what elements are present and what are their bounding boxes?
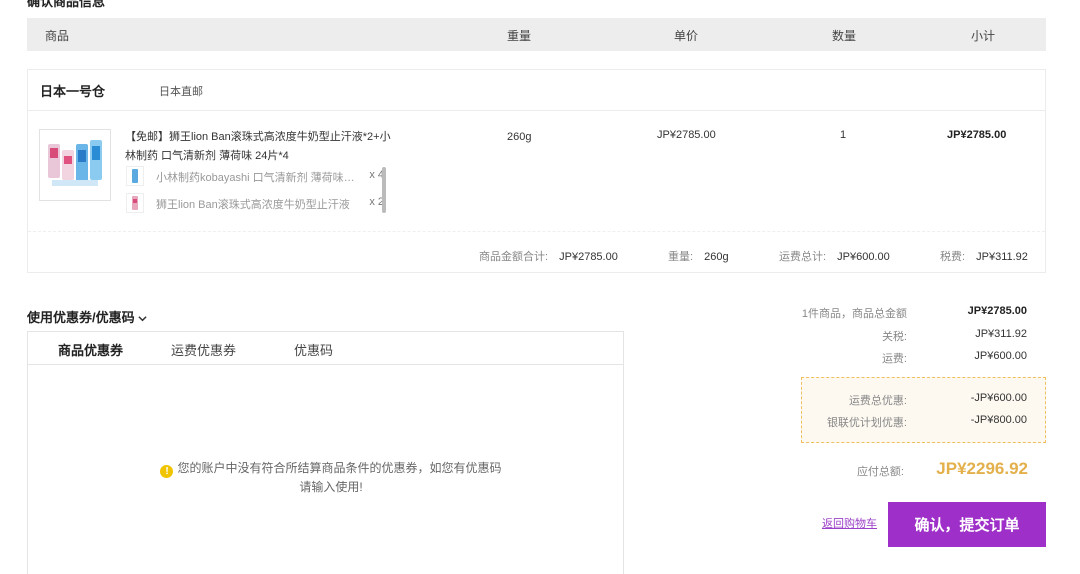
tab-promo-code[interactable]: 优惠码 (294, 340, 333, 359)
summary-tax-value: JP¥311.92 (976, 251, 1028, 263)
product-unit-price: JP¥2785.00 (657, 129, 716, 141)
summary-freight-value: JP¥600.00 (974, 350, 1027, 362)
summary-weight-value: 260g (704, 251, 729, 263)
summary-duty-label: 关税: (881, 331, 907, 343)
bundle-list-scrollbar[interactable] (382, 167, 386, 213)
product-title[interactable]: 【免邮】狮王lion Ban滚珠式高浓度牛奶型止汗液*2+小林制药 口气清新剂 … (125, 128, 395, 166)
product-weight: 260g (507, 131, 532, 143)
summary-goods-total: 1件商品，商品总金额 JP¥2785.00 (797, 305, 1027, 321)
shipping-discount-value: -JP¥600.00 (970, 392, 1027, 404)
product-subtotal: JP¥2785.00 (947, 129, 1007, 141)
summary-goods-total-label: 1件商品，商品总金额 (801, 308, 907, 320)
header-quantity: 数量 (832, 29, 857, 43)
header-product: 商品 (45, 29, 70, 43)
goods-total: 商品金额合计: JP¥2785.00 (479, 248, 618, 264)
product-image[interactable] (39, 129, 111, 201)
summary-shipping-label: 运费总计: (779, 251, 827, 263)
summary-duty-value: JP¥311.92 (975, 328, 1027, 340)
tab-shipping-coupon[interactable]: 运费优惠券 (171, 340, 236, 359)
list-item: 狮王lion Ban滚珠式高浓度牛奶型止汗液 x 2 (125, 192, 387, 214)
coupon-panel: 商品优惠券 运费优惠券 优惠码 ! 您的账户中没有符合所结算商品条件的优惠券，如您… (27, 331, 624, 574)
bundle-item-thumb (126, 166, 144, 186)
table-header: 商品 重量 单价 数量 小计 (27, 18, 1046, 51)
coupon-tabs: 商品优惠券 运费优惠券 优惠码 (28, 332, 623, 365)
payable-value: JP¥2296.92 (936, 459, 1028, 478)
payable-label: 应付总额: (856, 466, 904, 478)
unionpay-discount-label: 银联优计划优惠: (826, 417, 907, 429)
warehouse-origin: 日本直邮 (159, 86, 203, 98)
back-to-cart-link[interactable]: 返回购物车 (822, 515, 877, 531)
summary-goods-total-value: JP¥2785.00 (967, 305, 1027, 317)
empty-coupon-line1: 您的账户中没有符合所结算商品条件的优惠券，如您有优惠码 (177, 461, 502, 475)
header-unit-price: 单价 (674, 29, 699, 43)
header-subtotal: 小计 (971, 29, 996, 43)
bundle-item-list[interactable]: 小林制药kobayashi 口气清新剂 薄荷味 24片 x 4 狮王lion B… (125, 165, 387, 215)
shipping-discount-label: 运费总优惠: (848, 395, 907, 407)
summary-shipping: 运费总计: JP¥600.00 (779, 248, 890, 264)
warehouse-card: 日本一号仓 日本直邮 【免邮】狮王lion Ban滚珠式高浓度牛奶型止汗液*2+… (27, 69, 1046, 273)
summary-duty: 关税: JP¥311.92 (797, 328, 1027, 344)
chevron-down-icon (138, 316, 147, 322)
header-weight: 重量 (507, 29, 532, 43)
tab-goods-coupon[interactable]: 商品优惠券 (58, 340, 123, 359)
summary-shipping-value: JP¥600.00 (837, 251, 890, 263)
section-title: 确认商品信息 (27, 0, 106, 9)
bundle-item-name: 小林制药kobayashi 口气清新剂 薄荷味 24片 (156, 172, 356, 184)
discount-box (801, 377, 1046, 443)
summary-shipping-discount: 运费总优惠: -JP¥600.00 (797, 392, 1027, 408)
summary-freight: 运费: JP¥600.00 (797, 350, 1027, 366)
summary-unionpay-discount: 银联优计划优惠: -JP¥800.00 (797, 414, 1027, 430)
warehouse-header: 日本一号仓 日本直邮 (28, 70, 1045, 111)
coupon-section-title: 使用优惠券/优惠码 (27, 310, 135, 325)
warehouse-summary: 商品金额合计: JP¥2785.00 重量: 260g 运费总计: JP¥600… (28, 231, 1045, 273)
submit-order-button[interactable]: 确认，提交订单 (888, 502, 1046, 547)
goods-total-value: JP¥2785.00 (559, 251, 618, 263)
product-quantity: 1 (840, 129, 847, 141)
summary-freight-label: 运费: (881, 353, 907, 365)
summary-tax-label: 税费: (940, 251, 966, 263)
warehouse-name: 日本一号仓 (40, 84, 106, 99)
summary-weight-label: 重量: (668, 251, 694, 263)
warning-icon: ! (160, 465, 174, 478)
unionpay-discount-value: -JP¥800.00 (970, 414, 1027, 426)
goods-total-label: 商品金额合计: (479, 251, 549, 263)
bundle-item-name: 狮王lion Ban滚珠式高浓度牛奶型止汗液 (156, 199, 350, 211)
bundle-item-thumb (126, 193, 144, 213)
empty-coupon-message: ! 您的账户中没有符合所结算商品条件的优惠券，如您有优惠码 请输入使用! (146, 459, 516, 497)
summary-tax: 税费: JP¥311.92 (940, 248, 1028, 264)
empty-coupon-line2: 请输入使用! (299, 480, 363, 494)
summary-weight: 重量: 260g (668, 248, 729, 264)
coupon-section-toggle[interactable]: 使用优惠券/优惠码 (27, 307, 147, 326)
list-item: 小林制药kobayashi 口气清新剂 薄荷味 24片 x 4 (125, 165, 387, 187)
